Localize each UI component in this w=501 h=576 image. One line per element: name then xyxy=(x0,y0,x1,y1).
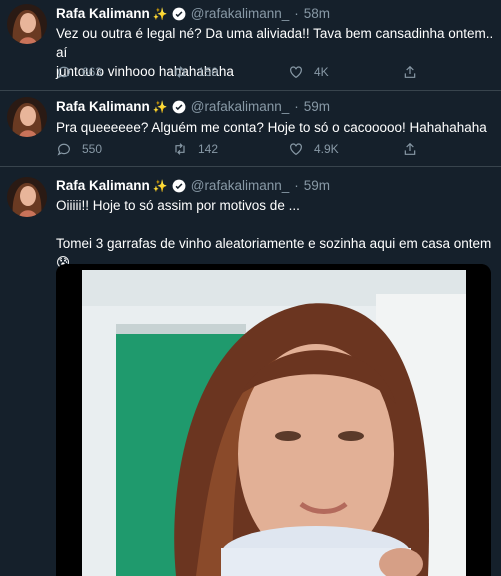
like-button[interactable]: 4K xyxy=(288,64,329,80)
tweet-2[interactable]: Rafa Kalimann ✨ @rafakalimann_ · 59m Pra… xyxy=(0,91,501,167)
sparkle-emoji: ✨ xyxy=(152,99,168,114)
like-count: 4.9K xyxy=(314,142,339,156)
display-name[interactable]: Rafa Kalimann xyxy=(56,178,150,193)
tweet-header: Rafa Kalimann ✨ @rafakalimann_ · 58m xyxy=(56,6,331,21)
share-icon xyxy=(404,65,416,78)
avatar[interactable] xyxy=(7,97,47,137)
avatar[interactable] xyxy=(7,177,47,217)
sparkle-emoji: ✨ xyxy=(152,6,168,21)
tweet-text: Pra queeeeee? Alguém me conta? Hoje to s… xyxy=(56,120,487,135)
sparkle-emoji: ✨ xyxy=(152,178,168,193)
retweet-count: 150 xyxy=(198,65,219,79)
retweet-icon xyxy=(175,143,185,155)
video-frame xyxy=(56,264,491,576)
display-name[interactable]: Rafa Kalimann xyxy=(56,6,150,21)
retweet-button[interactable]: 150 xyxy=(172,64,218,80)
display-name[interactable]: Rafa Kalimann xyxy=(56,99,150,114)
reply-button[interactable]: 663 xyxy=(56,64,102,80)
retweet-button[interactable]: 142 xyxy=(172,141,218,157)
tweet-actions: 550 142 4.9K xyxy=(56,141,436,161)
retweet-icon xyxy=(175,66,185,78)
reply-button[interactable]: 550 xyxy=(56,141,102,157)
heart-icon xyxy=(290,143,302,156)
reply-count: 663 xyxy=(82,65,103,79)
share-button[interactable] xyxy=(402,141,418,157)
like-count: 4K xyxy=(314,65,329,79)
reply-icon xyxy=(57,143,70,156)
timestamp[interactable]: 59m xyxy=(304,178,330,193)
verified-icon xyxy=(172,179,186,192)
tweet-actions: 663 150 4K xyxy=(56,64,436,84)
verified-icon xyxy=(172,7,186,20)
share-icon xyxy=(404,142,416,155)
tweet-3[interactable]: Rafa Kalimann ✨ @rafakalimann_ · 59m Oii… xyxy=(0,167,501,576)
retweet-count: 142 xyxy=(198,142,219,156)
like-button[interactable]: 4.9K xyxy=(288,141,339,157)
tweet-1[interactable]: Rafa Kalimann ✨ @rafakalimann_ · 58m Vez… xyxy=(0,0,501,91)
heart-icon xyxy=(290,66,302,79)
tweet-header: Rafa Kalimann ✨ @rafakalimann_ · 59m xyxy=(56,99,331,114)
timestamp[interactable]: 58m xyxy=(304,6,330,21)
tweet-video[interactable] xyxy=(56,264,491,576)
reply-icon xyxy=(57,66,70,79)
share-button[interactable] xyxy=(402,64,418,80)
handle[interactable]: @rafakalimann_ xyxy=(191,6,290,21)
timestamp[interactable]: 59m xyxy=(304,99,330,114)
verified-icon xyxy=(172,100,186,113)
avatar[interactable] xyxy=(7,4,47,44)
handle[interactable]: @rafakalimann_ xyxy=(191,178,290,193)
reply-count: 550 xyxy=(82,142,103,156)
tweet-header: Rafa Kalimann ✨ @rafakalimann_ · 59m xyxy=(56,178,331,193)
handle[interactable]: @rafakalimann_ xyxy=(191,99,290,114)
